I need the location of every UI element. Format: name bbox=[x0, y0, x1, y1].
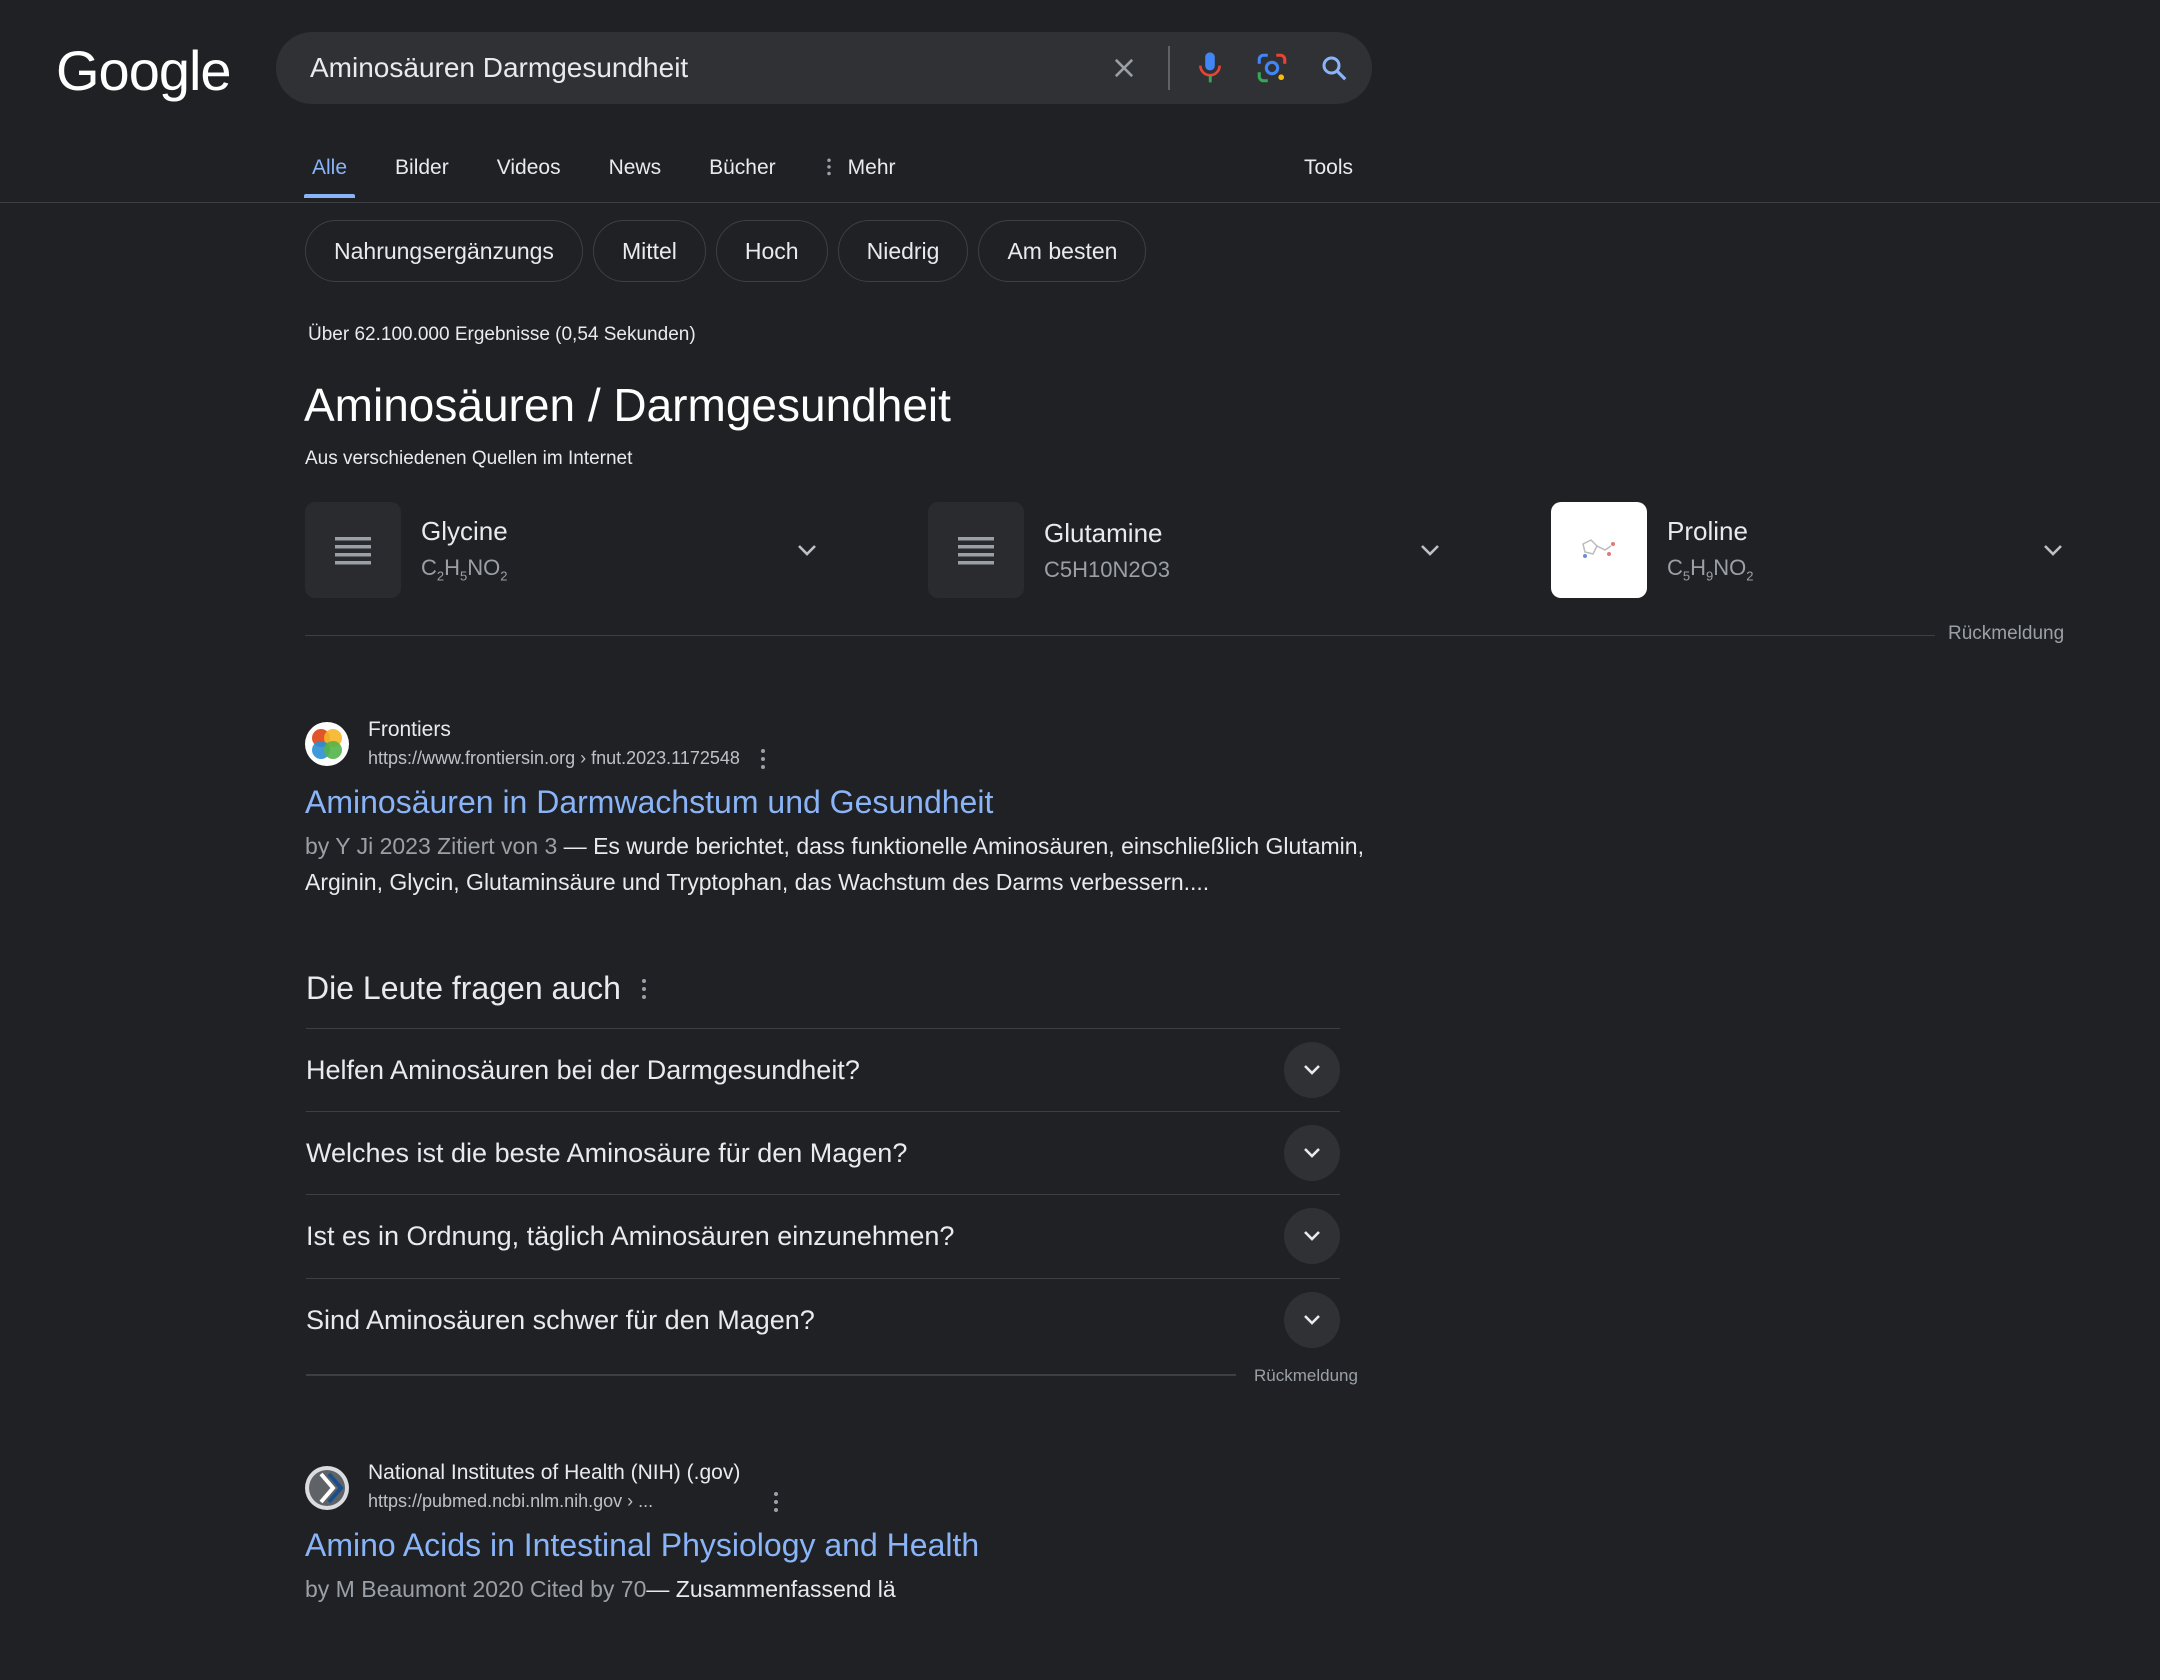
result-stats: Über 62.100.000 Ergebnisse (0,54 Sekunde… bbox=[308, 324, 696, 345]
paa-question[interactable]: Helfen Aminosäuren bei der Darmgesundhei… bbox=[306, 1028, 1340, 1111]
chip-high[interactable]: Hoch bbox=[715, 220, 828, 282]
voice-search-button[interactable] bbox=[1186, 44, 1234, 92]
tab-books[interactable]: Bücher bbox=[703, 154, 782, 180]
more-options-icon[interactable] bbox=[773, 1491, 779, 1512]
result-title-link[interactable]: Aminosäuren in Darmwachstum und Gesundhe… bbox=[305, 784, 993, 821]
search-icon bbox=[1322, 56, 1347, 81]
result-url-row: https://pubmed.ncbi.nlm.nih.gov › ... bbox=[368, 1491, 779, 1512]
result-snippet: by M Beaumont 2020 Cited by 70— Zusammen… bbox=[305, 1571, 1365, 1607]
entity-formula: C5H10N2O3 bbox=[1044, 556, 1170, 582]
chip-supplement[interactable]: Nahrungsergänzungs bbox=[305, 220, 583, 282]
knowledge-panel-divider bbox=[305, 635, 1935, 636]
paa-expand-button[interactable] bbox=[1284, 1208, 1340, 1264]
more-options-icon[interactable] bbox=[641, 978, 647, 999]
google-logo[interactable]: Google bbox=[56, 38, 232, 103]
microphone-icon bbox=[1199, 52, 1221, 83]
document-lines-icon bbox=[335, 537, 371, 565]
paa-question[interactable]: Welches ist die beste Aminosäure für den… bbox=[306, 1111, 1340, 1194]
more-options-icon[interactable] bbox=[760, 748, 766, 769]
result-url: https://pubmed.ncbi.nlm.nih.gov › ... bbox=[368, 1491, 654, 1511]
search-box[interactable]: Aminosäuren Darmgesundheit bbox=[276, 32, 1372, 104]
paa-heading: Die Leute fragen auch bbox=[306, 970, 647, 1007]
entity-name: Glycine bbox=[421, 516, 508, 547]
expand-chevron[interactable] bbox=[2035, 542, 2071, 558]
entity-name: Glutamine bbox=[1044, 517, 1163, 548]
chevron-down-icon bbox=[1304, 1315, 1320, 1325]
result-meta: by M Beaumont 2020 Cited by 70 bbox=[305, 1576, 647, 1602]
chip-low[interactable]: Niedrig bbox=[837, 220, 969, 282]
tools-button[interactable]: Tools bbox=[1304, 156, 1353, 180]
paa-question-text: Ist es in Ordnung, täglich Aminosäuren e… bbox=[306, 1220, 955, 1251]
tab-more-label: Mehr bbox=[847, 156, 896, 179]
paa-question[interactable]: Ist es in Ordnung, täglich Aminosäuren e… bbox=[306, 1194, 1340, 1277]
molecule-structure-icon bbox=[1582, 539, 1615, 558]
search-tabs: Alle Bilder Videos News Bücher Mehr bbox=[303, 154, 938, 202]
paa-question-text: Sind Aminosäuren schwer für den Magen? bbox=[306, 1304, 815, 1335]
entity-glutamine[interactable]: Glutamine C5H10N2O3 bbox=[928, 502, 1448, 598]
entity-formula: C5H9NO2 bbox=[1667, 555, 1754, 584]
filter-chips: Nahrungsergänzungs Mittel Hoch Niedrig A… bbox=[305, 220, 1156, 282]
paa-question[interactable]: Sind Aminosäuren schwer für den Magen? bbox=[306, 1278, 1340, 1361]
tab-all[interactable]: Alle bbox=[303, 154, 356, 198]
paa-question-text: Welches ist die beste Aminosäure für den… bbox=[306, 1137, 908, 1168]
feedback-link[interactable]: Rückmeldung bbox=[1948, 623, 2064, 645]
feedback-link[interactable]: Rückmeldung bbox=[1254, 1366, 1358, 1386]
knowledge-panel-title: Aminosäuren / Darmgesundheit bbox=[304, 379, 951, 431]
search-input[interactable]: Aminosäuren Darmgesundheit bbox=[310, 52, 1100, 84]
result-title-link[interactable]: Amino Acids in Intestinal Physiology and… bbox=[305, 1527, 979, 1564]
entity-glycine[interactable]: Glycine C2H5NO2 bbox=[305, 502, 825, 598]
paa-question-text: Helfen Aminosäuren bei der Darmgesundhei… bbox=[306, 1054, 860, 1085]
chip-medium[interactable]: Mittel bbox=[592, 220, 706, 282]
chevron-down-icon bbox=[2044, 545, 2062, 556]
chevron-down-icon bbox=[1421, 545, 1439, 556]
entity-proline[interactable]: Proline C5H9NO2 bbox=[1551, 502, 2071, 598]
paa-heading-text: Die Leute fragen auch bbox=[306, 970, 621, 1006]
chevron-down-icon bbox=[1304, 1148, 1320, 1158]
tab-more[interactable]: Mehr bbox=[818, 154, 902, 180]
chevron-down-icon bbox=[1304, 1065, 1320, 1075]
entity-thumbnail bbox=[1551, 502, 1647, 598]
clear-search-button[interactable] bbox=[1100, 44, 1148, 92]
result-meta: by Y Ji 2023 Zitiert von 3 bbox=[305, 833, 558, 859]
paa-expand-button[interactable] bbox=[1284, 1125, 1340, 1181]
result-favicon bbox=[305, 722, 349, 766]
tab-images[interactable]: Bilder bbox=[389, 154, 455, 180]
knowledge-panel-subtitle: Aus verschiedenen Quellen im Internet bbox=[305, 448, 633, 469]
lens-search-button[interactable] bbox=[1248, 44, 1296, 92]
entity-formula: C2H5NO2 bbox=[421, 555, 508, 584]
nih-logo-icon bbox=[309, 1470, 345, 1506]
paa-expand-button[interactable] bbox=[1284, 1042, 1340, 1098]
chevron-down-icon bbox=[1304, 1231, 1320, 1241]
more-vert-icon bbox=[826, 158, 831, 176]
frontiers-logo-icon bbox=[312, 729, 342, 759]
search-divider bbox=[1168, 46, 1170, 90]
result-site-name: Frontiers bbox=[368, 718, 451, 741]
expand-chevron[interactable] bbox=[789, 542, 825, 558]
tab-news[interactable]: News bbox=[603, 154, 668, 180]
entity-thumbnail bbox=[305, 502, 401, 598]
search-button[interactable] bbox=[1310, 44, 1358, 92]
paa-expand-button[interactable] bbox=[1284, 1292, 1340, 1348]
paa-divider bbox=[306, 1374, 1236, 1376]
result-url-row: https://www.frontiersin.org › fnut.2023.… bbox=[368, 748, 766, 769]
entity-thumbnail bbox=[928, 502, 1024, 598]
result-url: https://www.frontiersin.org › fnut.2023.… bbox=[368, 748, 740, 768]
tab-videos[interactable]: Videos bbox=[491, 154, 567, 180]
result-snippet: by Y Ji 2023 Zitiert von 3 — Es wurde be… bbox=[305, 828, 1365, 900]
entity-name: Proline bbox=[1667, 516, 1748, 547]
close-icon bbox=[1114, 58, 1134, 78]
camera-lens-icon bbox=[1257, 53, 1287, 83]
expand-chevron[interactable] bbox=[1412, 542, 1448, 558]
chevron-down-icon bbox=[798, 545, 816, 556]
document-lines-icon bbox=[958, 537, 994, 565]
result-snippet-text: — Zusammenfassend lä bbox=[646, 1576, 896, 1602]
header-divider bbox=[0, 202, 2160, 203]
chip-best[interactable]: Am besten bbox=[978, 220, 1147, 282]
result-site-name: National Institutes of Health (NIH) (.go… bbox=[368, 1461, 741, 1484]
result-favicon bbox=[305, 1466, 349, 1510]
